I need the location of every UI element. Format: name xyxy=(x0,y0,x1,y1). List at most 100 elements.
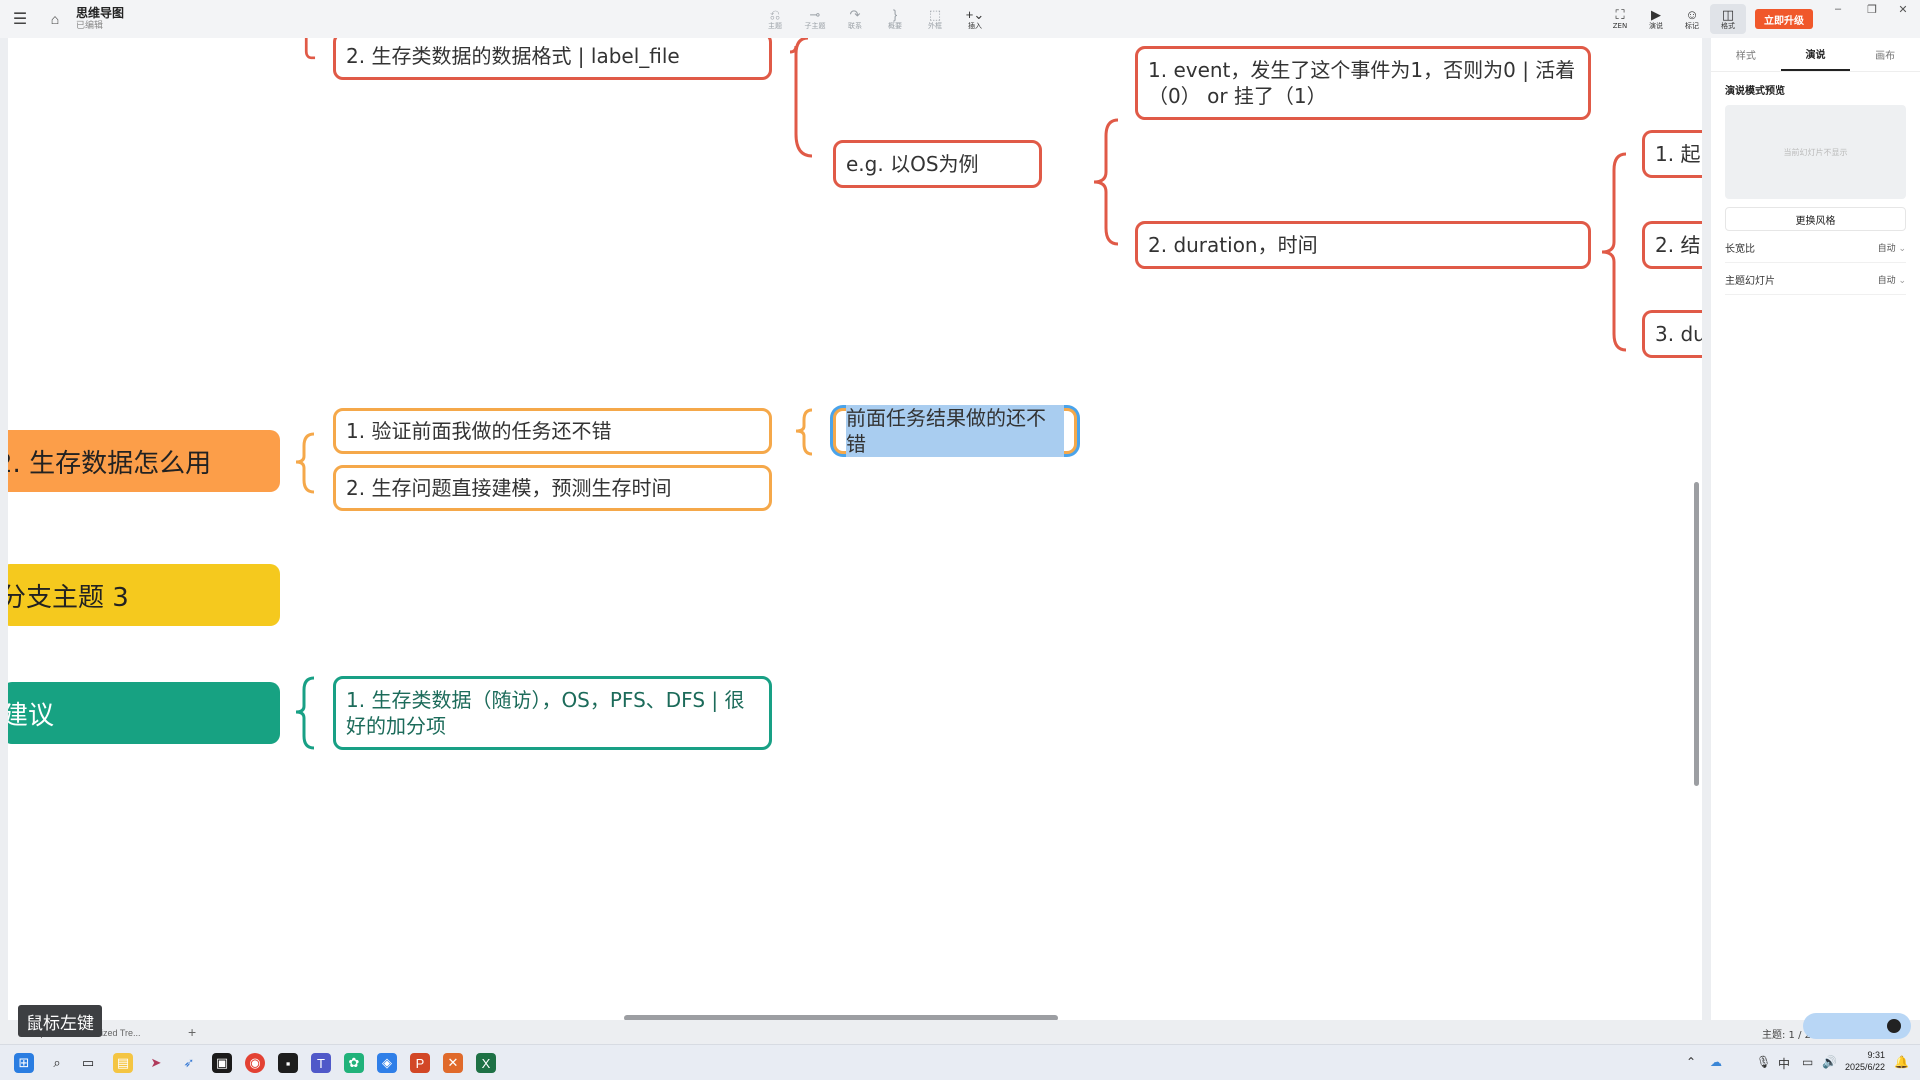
subtopic-button[interactable]: ⊸ 子主题 xyxy=(797,4,833,34)
file-explorer-icon[interactable]: ▤ xyxy=(113,1053,133,1073)
tray-expand-icon[interactable]: ⌃ xyxy=(1686,1055,1696,1069)
pycharm-icon[interactable]: ▣ xyxy=(212,1053,232,1073)
send-app-icon[interactable]: ➶ xyxy=(179,1053,199,1073)
excel-icon[interactable]: X xyxy=(476,1053,496,1073)
boundary-icon: ⬚ xyxy=(928,6,942,22)
topic-label: 主题 xyxy=(768,21,782,30)
main-branch-node[interactable]: 建议 xyxy=(8,682,280,744)
format-label: 格式 xyxy=(1721,21,1735,30)
insert-button[interactable]: +⌄ 插入 xyxy=(957,4,993,34)
home-icon[interactable]: ⌂ xyxy=(40,0,70,38)
topic-node[interactable]: 2. 生存类数据的数据格式 | label_file xyxy=(333,38,772,80)
selected-topic-node[interactable]: 前面任务结果做的还不错 xyxy=(833,405,1077,457)
upgrade-button[interactable]: 立即升级 xyxy=(1755,9,1813,29)
marker-button[interactable]: ☺ 标记 xyxy=(1674,4,1710,34)
aspect-ratio-label: 长宽比 xyxy=(1725,244,1755,255)
subtopic-node[interactable]: 1. 生存类数据（随访），OS，PFS、DFS | 很好的加分项 xyxy=(333,676,772,750)
vertical-scrollbar[interactable] xyxy=(1694,482,1699,786)
summary-icon: } xyxy=(892,6,898,22)
main-branch-node[interactable]: 分支主题 3 xyxy=(8,564,280,626)
topic-button[interactable]: ⎌ 主题 xyxy=(757,4,793,34)
right-toolbar: ⛶ ZEN ▶ 演说 ☺ 标记 ◫ 格式 xyxy=(1602,4,1746,34)
hamburger-menu-icon[interactable]: ☰ xyxy=(0,0,40,38)
zen-button[interactable]: ⛶ ZEN xyxy=(1602,4,1638,34)
clock-date: 2025/6/22 xyxy=(1845,1062,1886,1072)
format-panel-button[interactable]: ◫ 格式 xyxy=(1710,4,1746,34)
zen-label: ZEN xyxy=(1612,21,1628,30)
relation-icon: ↷ xyxy=(849,6,861,22)
connector-brace xyxy=(1093,118,1119,246)
marker-label: 标记 xyxy=(1685,21,1699,30)
mouse-key-overlay: 鼠标左键 xyxy=(18,1005,102,1037)
microphone-icon[interactable]: 🎙 xyxy=(1756,1055,1771,1069)
meeting-app-icon[interactable]: ◈ xyxy=(377,1053,397,1073)
search-icon[interactable]: ⌕ xyxy=(47,1053,67,1073)
fullscreen-icon: ⛶ xyxy=(1615,6,1625,22)
boundary-button[interactable]: ⬚ 外框 xyxy=(917,4,953,34)
relation-button[interactable]: ↷ 联系 xyxy=(837,4,873,34)
windows-start-icon[interactable]: ⊞ xyxy=(14,1053,34,1073)
subtopic-icon: ⊸ xyxy=(809,6,821,22)
connector-brace: ⎩ xyxy=(295,38,318,60)
title-bar: ☰ ⌂ 思维导图 已编辑 ⎌ 主题 ⊸ 子主题 ↷ 联系 } 概要 ⬚ 外框 +⌄ 插入 ⛶… xyxy=(0,0,1920,38)
xmind-icon[interactable]: ✕ xyxy=(443,1053,463,1073)
selected-topic-text[interactable]: 前面任务结果做的还不错 xyxy=(846,405,1064,457)
topic-node[interactable]: 3. du xyxy=(1642,310,1702,358)
floating-assistant[interactable] xyxy=(1803,1013,1911,1039)
add-sheet-button[interactable]: + xyxy=(188,1024,196,1040)
notification-icon[interactable]: 🔔 xyxy=(1894,1055,1909,1069)
document-title[interactable]: 思维导图 xyxy=(76,6,124,21)
input-method-icon[interactable]: 中 xyxy=(1778,1055,1790,1072)
network-icon[interactable]: ▭ xyxy=(1802,1055,1813,1069)
subtopic-label: 子主题 xyxy=(804,21,826,30)
theme-slide-row: 主题幻灯片 自动 xyxy=(1725,273,1906,295)
terminal-icon[interactable]: ▪ xyxy=(278,1053,298,1073)
change-style-button[interactable]: 更换风格 xyxy=(1725,207,1906,231)
aspect-ratio-row: 长宽比 自动 xyxy=(1725,241,1906,263)
task-view-icon[interactable]: ▭ xyxy=(78,1053,98,1073)
boundary-label: 外框 xyxy=(928,21,942,30)
pointer-app-icon[interactable]: ➤ xyxy=(146,1053,166,1073)
present-button[interactable]: ▶ 演说 xyxy=(1638,4,1674,34)
subtopic-node[interactable]: 2. 生存问题直接建模，预测生存时间 xyxy=(333,465,772,511)
main-branch-node[interactable]: 2. 生存数据怎么用 xyxy=(8,430,280,492)
insert-label: 插入 xyxy=(968,21,982,30)
topic-node[interactable]: 1. 起 xyxy=(1642,130,1702,178)
minimize-icon[interactable]: – xyxy=(1821,0,1855,18)
theme-slide-select[interactable]: 自动 xyxy=(1878,273,1906,286)
tab-style[interactable]: 样式 xyxy=(1711,38,1781,71)
section-title: 演说模式预览 xyxy=(1725,86,1785,97)
clock[interactable]: 9:31 2025/6/22 xyxy=(1845,1049,1885,1073)
topic-node[interactable]: e.g. 以OS为例 xyxy=(833,140,1042,188)
maximize-icon[interactable]: ❐ xyxy=(1855,0,1889,18)
tab-presentation[interactable]: 演说 xyxy=(1780,38,1851,71)
slide-preview: 当前幻灯片不显示 xyxy=(1725,105,1906,199)
cloud-icon[interactable]: ☁ xyxy=(1710,1055,1722,1069)
connector-brace xyxy=(295,432,315,494)
toolbar: ⎌ 主题 ⊸ 子主题 ↷ 联系 } 概要 ⬚ 外框 +⌄ 插入 xyxy=(757,4,993,34)
volume-icon[interactable]: 🔊 xyxy=(1822,1055,1837,1069)
relation-label: 联系 xyxy=(848,21,862,30)
topic-node[interactable]: 2. 结 xyxy=(1642,221,1702,269)
present-label: 演说 xyxy=(1649,21,1663,30)
aspect-ratio-select[interactable]: 自动 xyxy=(1878,241,1906,254)
connector-brace xyxy=(1601,152,1627,352)
powerpoint-icon[interactable]: P xyxy=(410,1053,430,1073)
teams-icon[interactable]: T xyxy=(311,1053,331,1073)
mindmap-canvas[interactable]: ⎩ 2. 生存类数据的数据格式 | label_file e.g. 以OS为例 … xyxy=(8,38,1702,1020)
horizontal-scrollbar[interactable] xyxy=(624,1015,1058,1020)
tab-canvas[interactable]: 画布 xyxy=(1850,38,1920,71)
topic-node[interactable]: 2. duration，时间 xyxy=(1135,221,1591,269)
connector-brace xyxy=(295,676,315,750)
mindmap-app-icon[interactable]: ✿ xyxy=(344,1053,364,1073)
clock-time: 9:31 xyxy=(1867,1050,1886,1060)
save-status: 已编辑 xyxy=(76,20,104,31)
chrome-icon[interactable]: ◉ xyxy=(245,1053,265,1073)
summary-button[interactable]: } 概要 xyxy=(877,4,913,34)
theme-slide-label: 主题幻灯片 xyxy=(1725,276,1775,287)
subtopic-node[interactable]: 1. 验证前面我做的任务还不错 xyxy=(333,408,772,454)
close-icon[interactable]: ✕ xyxy=(1886,0,1920,18)
topic-node[interactable]: 1. event，发生了这个事件为1，否则为0 | 活着（0） or 挂了（1） xyxy=(1135,46,1591,120)
connector-brace xyxy=(795,408,813,456)
panel-icon: ◫ xyxy=(1721,6,1735,22)
